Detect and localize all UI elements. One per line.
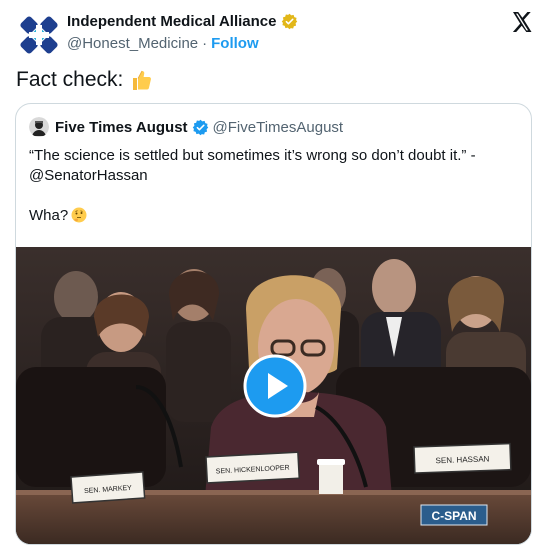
author-name[interactable]: Independent Medical Alliance — [67, 13, 277, 30]
tweet-header: Independent Medical Alliance @Honest_Med… — [16, 10, 536, 58]
quoted-header: Five Times August @FiveTimesAugust — [29, 117, 343, 137]
quoted-text: “The science is settled but sometimes it… — [29, 146, 519, 226]
author-handle[interactable]: @Honest_Medicine — [67, 35, 198, 52]
follow-button[interactable]: Follow — [211, 35, 259, 52]
author-avatar[interactable] — [16, 12, 62, 58]
tweet-text: Fact check: — [16, 68, 124, 91]
play-icon[interactable] — [243, 354, 307, 418]
placard-hassan: SEN. HASSAN — [435, 454, 489, 465]
thinking-face-icon — [71, 207, 87, 223]
quoted-author-handle[interactable]: @FiveTimesAugust — [213, 119, 344, 136]
x-logo-icon[interactable] — [510, 10, 534, 34]
quoted-text-line: “The science is settled but sometimes it… — [29, 147, 476, 164]
video-player[interactable]: SEN. MARKEY SEN. HICKENLOOPER SEN. HASSA… — [16, 247, 531, 544]
quoted-author-name[interactable]: Five Times August — [55, 119, 188, 136]
gold-verified-icon — [281, 13, 297, 30]
thumbs-up-icon — [133, 70, 152, 90]
quoted-reaction: Wha? — [29, 207, 69, 224]
separator-dot: · — [202, 35, 208, 52]
quoted-avatar[interactable] — [29, 117, 49, 137]
quoted-mention[interactable]: @SenatorHassan — [29, 166, 519, 186]
quoted-text-line: Wha? — [29, 206, 519, 226]
quoted-tweet-card[interactable]: Five Times August @FiveTimesAugust “The … — [15, 103, 532, 545]
blue-verified-icon — [192, 119, 208, 135]
tweet-body: Fact check: — [16, 68, 153, 92]
cspan-logo: C-SPAN — [431, 509, 476, 523]
